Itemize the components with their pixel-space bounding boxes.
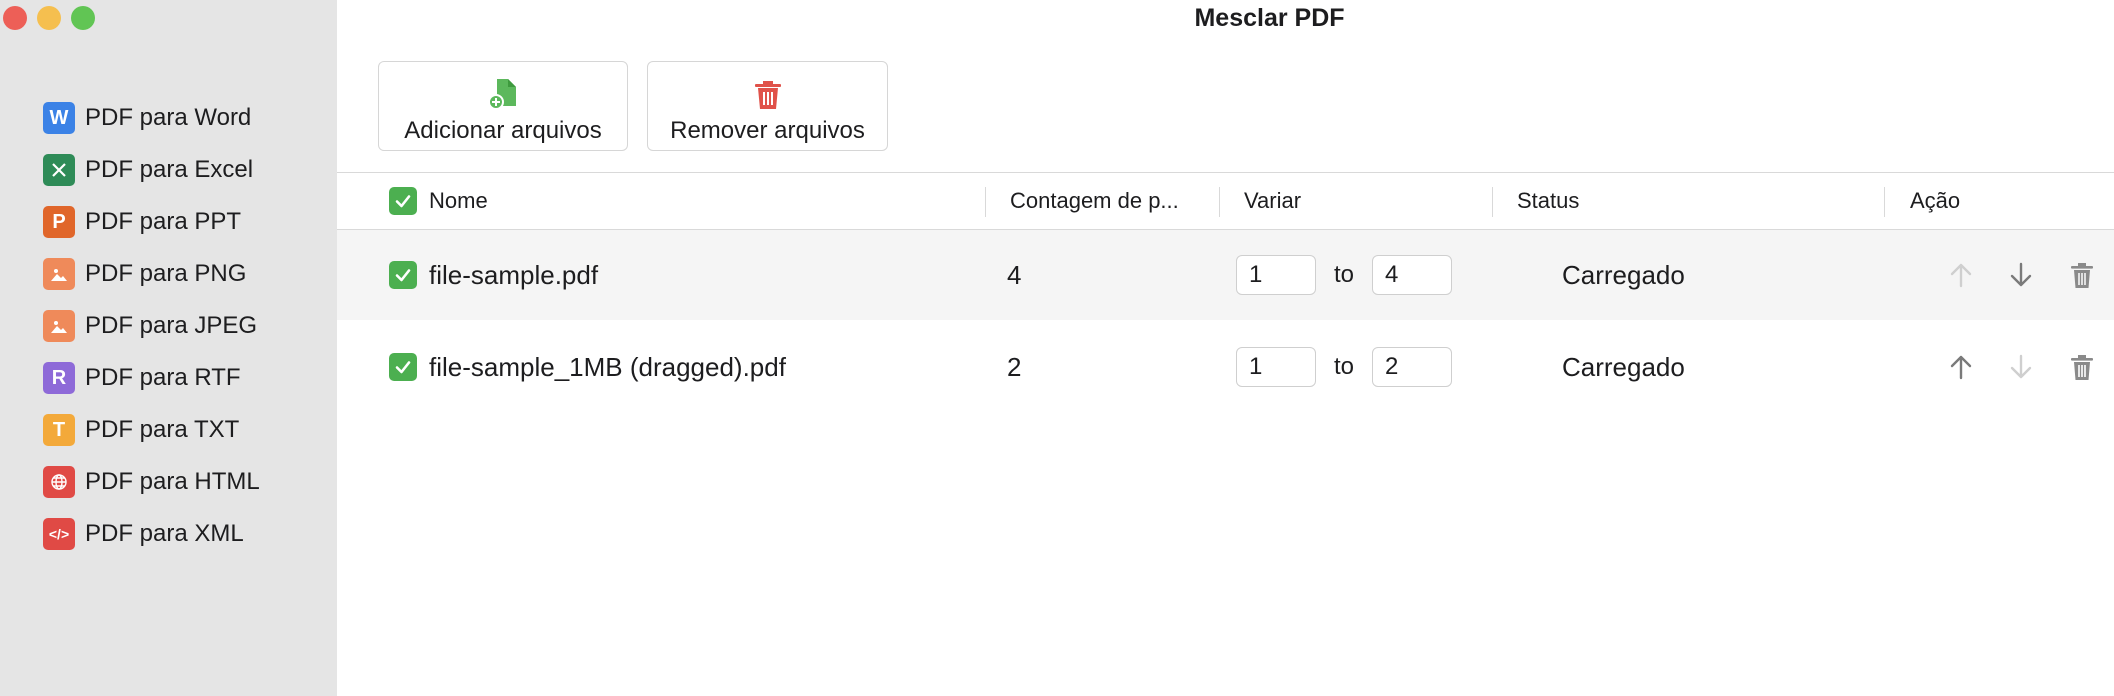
sidebar-item-label: PDF para RTF: [85, 364, 241, 391]
table-row[interactable]: file-sample.pdf 4 to Carregado: [337, 230, 2114, 320]
range-to-input[interactable]: [1372, 347, 1453, 387]
delete-row-button[interactable]: [2062, 230, 2102, 320]
column-divider: [985, 187, 986, 217]
range-to-input[interactable]: [1372, 255, 1453, 295]
jpeg-image-icon: [43, 310, 75, 342]
header-page-count[interactable]: Contagem de p...: [1010, 173, 1179, 229]
ppt-icon: P: [43, 206, 75, 238]
sidebar-item-label: PDF para XML: [85, 520, 244, 547]
checkmark-icon: [395, 361, 411, 374]
xml-code-icon: </>: [43, 518, 75, 550]
trash-icon: [754, 81, 781, 109]
header-action: Ação: [1910, 188, 1961, 213]
header-status[interactable]: Status: [1517, 173, 1579, 229]
trash-icon: [2071, 263, 2093, 288]
move-down-button[interactable]: [2001, 322, 2041, 412]
sidebar-nav: W PDF para Word PDF para Excel P PDF par…: [43, 84, 337, 568]
delete-row-button[interactable]: [2062, 322, 2102, 412]
sidebar-item-label: PDF para HTML: [85, 468, 260, 495]
close-window-button[interactable]: [3, 6, 27, 30]
column-divider: [1884, 187, 1885, 217]
range-from-input[interactable]: [1236, 347, 1316, 387]
sidebar-item-label: PDF para TXT: [85, 416, 240, 443]
page-count: 2: [1007, 351, 1022, 382]
window-controls: [3, 6, 95, 30]
move-up-button[interactable]: [1941, 230, 1981, 320]
file-name: file-sample_1MB (dragged).pdf: [429, 351, 786, 382]
remove-files-label: Remover arquivos: [670, 117, 865, 144]
arrow-down-icon: [2010, 262, 2032, 287]
header-range[interactable]: Variar: [1244, 173, 1301, 229]
status-text: Carregado: [1562, 351, 1685, 382]
file-name-cell: file-sample_1MB (dragged).pdf: [389, 322, 786, 412]
page-count: 4: [1007, 259, 1022, 290]
excel-icon: [43, 154, 75, 186]
rtf-icon: R: [43, 362, 75, 394]
row-checkbox[interactable]: [389, 261, 417, 289]
remove-files-button[interactable]: Remover arquivos: [647, 61, 888, 151]
sidebar-item-label: PDF para PPT: [85, 208, 242, 235]
row-checkbox[interactable]: [389, 353, 417, 381]
arrow-up-icon: [1950, 355, 1972, 380]
sidebar-item-label: PDF para Word: [85, 104, 252, 131]
range-cell: to: [1236, 230, 1453, 320]
sidebar-item-xml[interactable]: </> PDF para XML: [43, 500, 337, 568]
table-row[interactable]: file-sample_1MB (dragged).pdf 2 to Carre…: [337, 322, 2114, 412]
column-divider: [1219, 187, 1220, 217]
add-file-icon: [488, 79, 516, 110]
sidebar: W PDF para Word PDF para Excel P PDF par…: [0, 0, 337, 696]
main-panel: Mesclar PDF Adicionar arquivos Remover a…: [337, 0, 2114, 696]
status-text: Carregado: [1562, 259, 1685, 290]
range-cell: to: [1236, 322, 1453, 412]
word-icon: W: [43, 102, 75, 134]
add-files-button[interactable]: Adicionar arquivos: [378, 61, 628, 151]
select-all-checkbox[interactable]: [389, 187, 417, 215]
txt-icon: T: [43, 414, 75, 446]
arrow-up-icon: [1950, 263, 1972, 288]
html-globe-icon: [43, 466, 75, 498]
minimize-window-button[interactable]: [37, 6, 61, 30]
app-window: W PDF para Word PDF para Excel P PDF par…: [0, 0, 2114, 696]
sidebar-item-label: PDF para Excel: [85, 156, 254, 183]
sidebar-item-label: PDF para JPEG: [85, 312, 258, 339]
file-name: file-sample.pdf: [429, 259, 599, 290]
png-image-icon: [43, 258, 75, 290]
window-title: Mesclar PDF: [1194, 4, 1345, 32]
move-down-button[interactable]: [2001, 230, 2041, 320]
file-name-cell: file-sample.pdf: [389, 230, 598, 320]
checkmark-icon: [395, 269, 411, 282]
range-separator: to: [1334, 353, 1355, 380]
move-up-button[interactable]: [1941, 322, 1981, 412]
table-header: Nome Contagem de p... Variar Status Ação: [337, 173, 2114, 230]
column-divider: [1492, 187, 1493, 217]
header-name-label: Nome: [429, 188, 488, 213]
range-separator: to: [1334, 261, 1355, 288]
header-name[interactable]: Nome: [389, 173, 488, 229]
range-from-input[interactable]: [1236, 255, 1316, 295]
add-files-label: Adicionar arquivos: [404, 117, 602, 144]
arrow-down-icon: [2010, 354, 2032, 379]
trash-icon: [2071, 355, 2093, 380]
sidebar-item-label: PDF para PNG: [85, 260, 247, 287]
checkmark-icon: [395, 195, 411, 208]
maximize-window-button[interactable]: [71, 6, 95, 30]
